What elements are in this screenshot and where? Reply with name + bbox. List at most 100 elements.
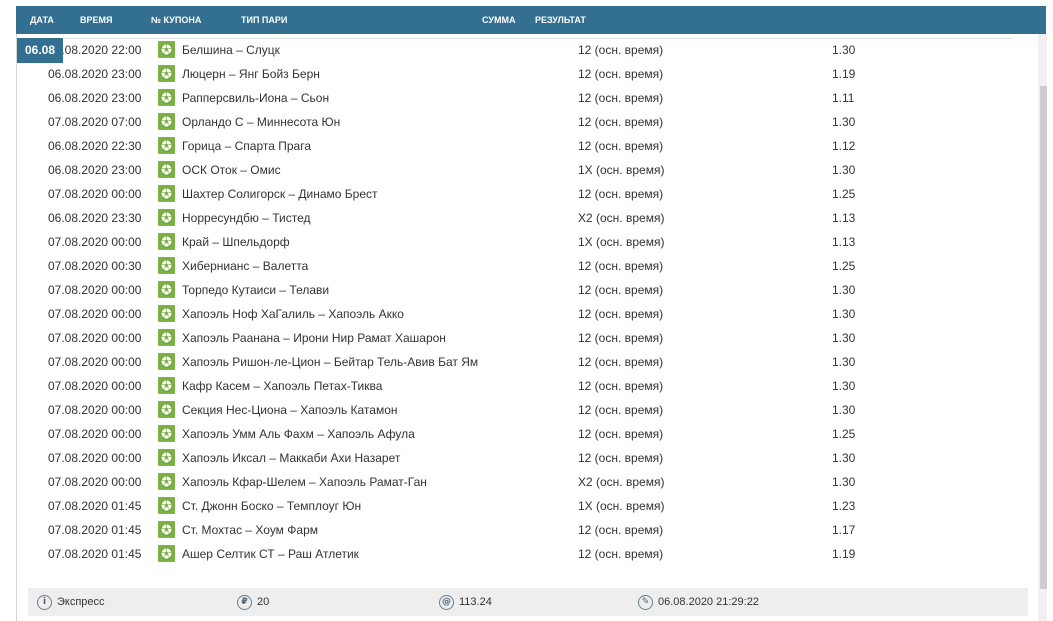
table-row[interactable]: 07.08.2020 00:00 Шахтер Солигорск – Динам…	[0, 182, 1030, 206]
match-name[interactable]: Хапоэль Раанана – Ирони Нир Рамат Хашаро…	[182, 326, 446, 350]
table-row[interactable]: 06.08.2020 23:00 ОСК Оток – Омис 1Х (осн. …	[0, 158, 1030, 182]
coupon-summary: i Экспресс ₽ 20 @ 113.24 ✎ 06.08.2020 21…	[28, 588, 1028, 616]
bet-outcome: 1Х (осн. время)	[578, 163, 665, 177]
bet-outcome: 12 (осн. время)	[578, 403, 664, 417]
odds-value: 1.30	[832, 163, 856, 177]
table-row[interactable]: 07.08.2020 00:00 Кафр Касем – Хапоэль Пет…	[0, 374, 1030, 398]
table-row[interactable]: 07.08.2020 01:45 Ашер Селтик СТ – Раш Атл…	[0, 542, 1030, 566]
match-name[interactable]: Ашер Селтик СТ – Раш Атлетик	[182, 542, 359, 566]
table-row[interactable]: 07.08.2020 00:00 Хапоэль Раанана – Ирони …	[0, 326, 1030, 350]
bet-outcome: 12 (осн. время)	[578, 379, 664, 393]
table-row[interactable]: 06.08.2020 22:00 Белшина – Слуцк 12 (осн. …	[0, 38, 1030, 62]
table-row[interactable]: 06.08.2020 23:00 Люцерн – Янг Бойз Берн 12…	[0, 62, 1030, 86]
event-time: 06.08.2020 23:00	[48, 91, 142, 105]
match-name[interactable]: Хибернианс – Валетта	[182, 254, 308, 278]
match-name[interactable]: Кафр Касем – Хапоэль Петах-Тиква	[182, 374, 382, 398]
match-name[interactable]: Шахтер Солигорск – Динамо Брест	[182, 182, 378, 206]
event-time: 07.08.2020 01:45	[48, 523, 142, 537]
bet-outcome: 12 (осн. время)	[578, 259, 664, 273]
match-name[interactable]: Ст. Джонн Боско – Темплоуг Юн	[182, 494, 361, 518]
table-row[interactable]: 07.08.2020 00:00 Хапоэль Ришон-ле-Цион – …	[0, 350, 1030, 374]
table-row[interactable]: 07.08.2020 00:00 Торпедо Кутаиси – Телави…	[0, 278, 1030, 302]
odds-value: 1.13	[832, 211, 856, 225]
bet-outcome: 12 (осн. время)	[578, 91, 664, 105]
table-row[interactable]: 06.08.2020 23:30 Норресундбю – Тистед Х2 (…	[0, 206, 1030, 230]
header-time[interactable]: ВРЕМЯ	[80, 6, 112, 34]
pen-icon: ✎	[638, 594, 653, 610]
soccer-ball-icon	[158, 545, 175, 562]
odds-value: 1.19	[832, 547, 856, 561]
at-icon: @	[439, 594, 454, 610]
match-name[interactable]: Орландо С – Миннесота Юн	[182, 110, 340, 134]
bet-outcome: 12 (осн. время)	[578, 115, 664, 129]
date-badge: 06.08	[17, 38, 63, 63]
match-name[interactable]: Белшина – Слуцк	[182, 38, 280, 62]
match-name[interactable]: Край – Шпельдорф	[182, 230, 290, 254]
table-row[interactable]: 06.08.2020 22:30 Горица – Спарта Прага 12 …	[0, 134, 1030, 158]
match-name[interactable]: Хапоэль Умм Аль Фахм – Хапоэль Афула	[182, 422, 415, 446]
match-name[interactable]: Рапперсвиль-Иона – Сьон	[182, 86, 329, 110]
match-name[interactable]: ОСК Оток – Омис	[182, 158, 281, 182]
odds-value: 1.30	[832, 283, 856, 297]
table-row[interactable]: 07.08.2020 00:00 Край – Шпельдорф 1Х (осн.…	[0, 230, 1030, 254]
event-time: 07.08.2020 01:45	[48, 499, 142, 513]
odds-value: 1.11	[832, 91, 855, 105]
table-row[interactable]: 07.08.2020 00:00 Хапоэль Кфар-Шелем – Хап…	[0, 470, 1030, 494]
event-time: 07.08.2020 01:45	[48, 547, 142, 561]
soccer-ball-icon	[158, 185, 175, 202]
table-row[interactable]: 06.08.2020 23:00 Рапперсвиль-Иона – Сьон 1…	[0, 86, 1030, 110]
odds-value: 1.30	[832, 355, 856, 369]
table-row[interactable]: 07.08.2020 01:45 Ст. Мохтас – Хоум Фарм 12…	[0, 518, 1030, 542]
bet-outcome: 12 (осн. время)	[578, 451, 664, 465]
odds-value: 1.30	[832, 451, 856, 465]
match-name[interactable]: Норресундбю – Тистед	[182, 206, 310, 230]
header-sum[interactable]: СУММА	[482, 6, 515, 34]
match-name[interactable]: Ст. Мохтас – Хоум Фарм	[182, 518, 318, 542]
odds-value: 1.17	[832, 523, 856, 537]
soccer-ball-icon	[158, 449, 175, 466]
table-row[interactable]: 07.08.2020 00:00 Секция Нес-Циона – Хапоэ…	[0, 398, 1030, 422]
placed-at-summary: ✎ 06.08.2020 21:29:22	[638, 588, 759, 616]
match-name[interactable]: Горица – Спарта Прага	[182, 134, 311, 158]
bet-outcome: 12 (осн. время)	[578, 187, 664, 201]
match-name[interactable]: Хапоэль Иксал – Маккаби Ахи Назарет	[182, 446, 400, 470]
bet-outcome: 12 (осн. время)	[578, 43, 664, 57]
table-header: ДАТА ВРЕМЯ № КУПОНА ТИП ПАРИ СУММА РЕЗУЛ…	[16, 6, 1046, 34]
event-time: 07.08.2020 00:00	[48, 355, 142, 369]
soccer-ball-icon	[158, 497, 175, 514]
bet-list: 06.08.2020 22:00 Белшина – Слуцк 12 (осн. …	[0, 38, 1030, 566]
soccer-ball-icon	[158, 281, 175, 298]
table-row[interactable]: 07.08.2020 00:00 Хапоэль Иксал – Маккаби …	[0, 446, 1030, 470]
match-name[interactable]: Хапоэль Кфар-Шелем – Хапоэль Рамат-Ган	[182, 470, 427, 494]
odds-value: 1.13	[832, 235, 856, 249]
table-row[interactable]: 07.08.2020 00:00 Хапоэль Умм Аль Фахм – Х…	[0, 422, 1030, 446]
header-coupon[interactable]: № КУПОНА	[151, 6, 201, 34]
bet-type-label: Экспресс	[57, 596, 105, 608]
odds-value: 1.30	[832, 475, 856, 489]
soccer-ball-icon	[158, 233, 175, 250]
header-result[interactable]: РЕЗУЛЬТАТ	[535, 6, 586, 34]
table-row[interactable]: 07.08.2020 07:00 Орландо С – Миннесота Юн…	[0, 110, 1030, 134]
event-time: 06.08.2020 23:00	[48, 163, 142, 177]
event-time: 07.08.2020 00:30	[48, 259, 142, 273]
scrollbar-thumb[interactable]	[1040, 86, 1047, 589]
odds-value: 1.25	[832, 259, 856, 273]
event-time: 07.08.2020 00:00	[48, 427, 142, 441]
table-row[interactable]: 07.08.2020 01:45 Ст. Джонн Боско – Темпло…	[0, 494, 1030, 518]
table-row[interactable]: 07.08.2020 00:30 Хибернианс – Валетта 12 (…	[0, 254, 1030, 278]
event-time: 07.08.2020 07:00	[48, 115, 142, 129]
total-odds-value: 113.24	[459, 596, 492, 608]
match-name[interactable]: Хапоэль Ришон-ле-Цион – Бейтар Тель-Авив…	[182, 350, 478, 374]
match-name[interactable]: Торпедо Кутаиси – Телави	[182, 278, 329, 302]
match-name[interactable]: Секция Нес-Циона – Хапоэль Катамон	[182, 398, 398, 422]
table-row[interactable]: 07.08.2020 00:00 Хапоэль Ноф ХаГалиль – Х…	[0, 302, 1030, 326]
odds-value: 1.25	[832, 187, 856, 201]
header-date[interactable]: ДАТА	[30, 6, 54, 34]
header-bet-type[interactable]: ТИП ПАРИ	[241, 6, 287, 34]
event-time: 07.08.2020 00:00	[48, 307, 142, 321]
match-name[interactable]: Люцерн – Янг Бойз Берн	[182, 62, 320, 86]
match-name[interactable]: Хапоэль Ноф ХаГалиль – Хапоэль Акко	[182, 302, 404, 326]
soccer-ball-icon	[158, 473, 175, 490]
odds-value: 1.30	[832, 403, 856, 417]
event-time: 07.08.2020 00:00	[48, 331, 142, 345]
